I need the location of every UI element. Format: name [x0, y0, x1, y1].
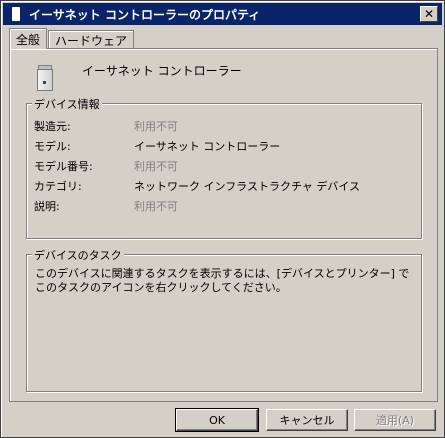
apply-button[interactable]: 適用(A): [354, 409, 436, 431]
title-bar[interactable]: イーサネット コントローラーのプロパティ ✕: [3, 3, 442, 25]
info-label: 製造元:: [34, 120, 71, 133]
cancel-button[interactable]: キャンセル: [266, 409, 348, 431]
info-value: イーサネット コントローラー: [134, 140, 281, 153]
info-label: モデル番号:: [34, 160, 93, 173]
close-button[interactable]: ✕: [420, 6, 438, 22]
info-label: モデル:: [34, 140, 71, 153]
info-value: 利用不可: [134, 160, 178, 173]
device-info-group: デバイス情報 製造元: 利用不可 モデル: イーサネット コントローラー モデル…: [26, 96, 422, 239]
ok-button[interactable]: OK: [175, 408, 259, 432]
tab-hardware[interactable]: ハードウェア: [48, 30, 135, 49]
device-info-title: デバイス情報: [32, 96, 102, 112]
properties-dialog: イーサネット コントローラーのプロパティ ✕ 全般 ハードウェア イーサネット …: [0, 0, 445, 438]
tab-strip: 全般 ハードウェア: [9, 28, 135, 49]
device-tasks-group: デバイスのタスク このデバイスに関連するタスクを表示するには、[デバイスとプリン…: [26, 247, 422, 392]
general-panel: イーサネット コントローラー デバイス情報 製造元: 利用不可 モデル: イーサ…: [9, 48, 438, 402]
device-tasks-text: このデバイスに関連するタスクを表示するには、[デバイスとプリンター] でこのタス…: [35, 267, 410, 294]
device-tower-icon: [36, 65, 54, 91]
info-value: ネットワーク インフラストラクチャ デバイス: [134, 180, 361, 193]
tab-general[interactable]: 全般: [9, 28, 48, 49]
device-name: イーサネット コントローラー: [82, 64, 242, 78]
info-value: 利用不可: [134, 120, 178, 133]
device-tasks-title: デバイスのタスク: [32, 247, 124, 263]
device-tower-icon: [9, 6, 23, 22]
info-label: 説明:: [34, 200, 60, 213]
info-value: 利用不可: [134, 200, 178, 213]
info-label: カテゴリ:: [34, 180, 82, 193]
window-title: イーサネット コントローラーのプロパティ: [29, 7, 261, 22]
